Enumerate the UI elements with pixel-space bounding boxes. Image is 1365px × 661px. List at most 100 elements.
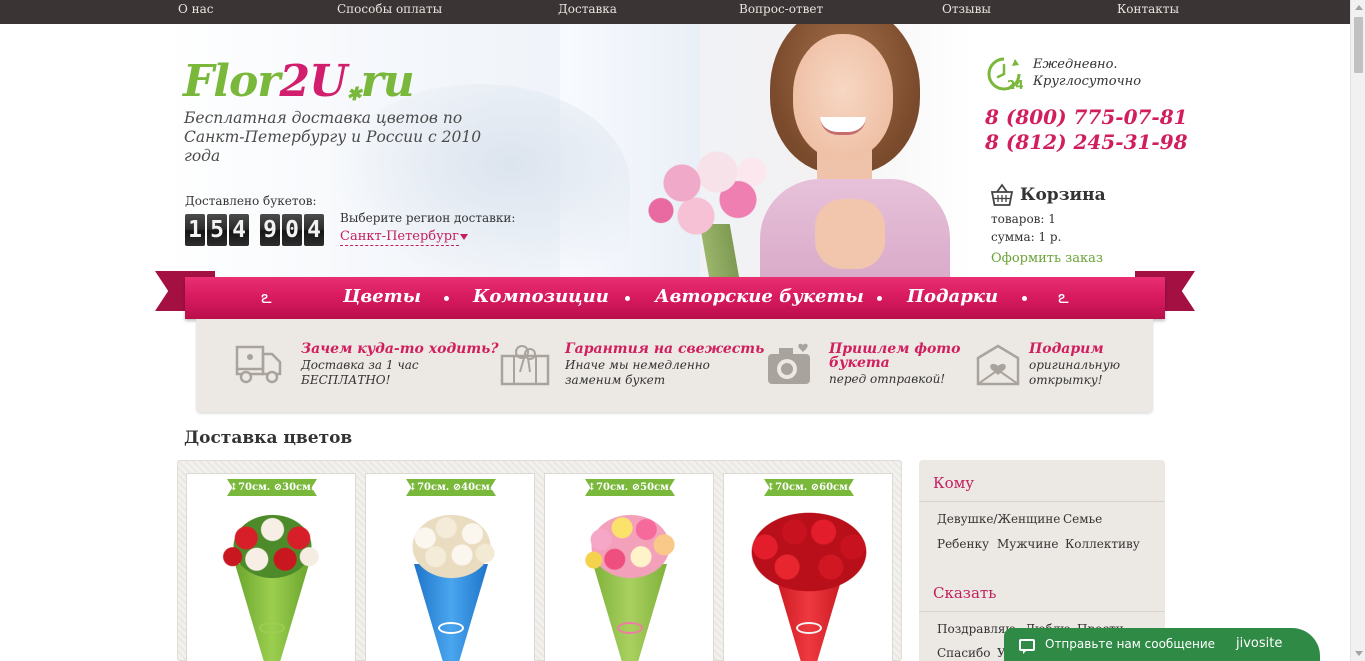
feature-text: БЕСПЛАТНО! [301,373,391,387]
region-label: Выберите регион доставки: [340,211,516,225]
scroll-down-icon[interactable] [1355,651,1363,656]
menu-separator [444,296,449,301]
feature-text: оригинальную [1029,358,1121,372]
nav-about[interactable]: О нас [178,2,214,16]
feature-title: Подарим [1029,341,1104,357]
menu-item-flowers[interactable]: Цветы [343,286,421,307]
filter-say-thanks[interactable]: Спасибо [937,646,991,660]
product-diameter: 40см. [461,482,494,493]
product-height: 70см. [238,482,271,493]
filter-whom-woman[interactable]: Девушке/Женщине [937,512,1060,526]
cart-title[interactable]: Корзина [1020,185,1106,205]
counter-digit: 5 [207,214,227,246]
feature-title: Зачем куда-то ходить? [301,341,499,357]
scrollbar-thumb[interactable] [1354,17,1363,73]
site-tagline: Бесплатная доставка цветов по Санкт-Пете… [184,109,482,165]
feature-title: Пришлем фото [829,341,961,357]
logo-star-icon: ✱ [346,84,361,105]
product-diameter: 30см. [282,482,315,493]
filter-whom-team[interactable]: Коллективу [1065,537,1140,551]
nav-reviews[interactable]: Отзывы [942,2,991,16]
filter-whom-man[interactable]: Мужчине [997,537,1058,551]
feature-text: перед отправкой! [829,372,946,386]
filter-whom-family[interactable]: Семье [1063,512,1102,526]
product-card[interactable]: ↕70см. ⊘60см. [723,473,893,661]
nav-contacts[interactable]: Контакты [1117,2,1179,16]
product-size-tag: ↕70см. ⊘50см. [585,479,675,496]
site-logo[interactable]: Flor2U✱ru [183,56,415,107]
clock-24-icon: 24 [987,57,1023,92]
delivered-label: Доставлено букетов: [185,194,317,208]
region-select[interactable]: Санкт-Петербург [340,229,459,246]
filter-whom-child[interactable]: Ребенку [937,537,989,551]
product-card[interactable]: ↕70см. ⊘40см. [365,473,535,661]
hero-bouquet [640,139,780,249]
counter-digit: 1 [185,214,205,246]
chat-brand: jivosite [1236,636,1283,651]
product-bow [259,622,285,634]
hero-woman-face [793,34,893,159]
product-diameter: 50см. [640,482,673,493]
phone-spb[interactable]: 8 (812) 245-31-98 [985,130,1188,154]
section-title: Доставка цветов [184,428,353,448]
feature-title: букета [829,355,890,371]
logo-part-ru: ru [360,56,415,107]
counter-digit: 4 [304,214,324,246]
ornament-icon: ఽ [261,287,272,308]
menu-item-author-bouquets[interactable]: Авторские букеты [655,286,864,307]
page-scrollbar[interactable] [1350,0,1365,661]
logo-part-2u: 2U [279,56,347,107]
hours-line-1: Ежедневно. [1033,57,1118,72]
delivered-counter: 1 5 4 9 0 4 [185,214,326,246]
product-bow [438,622,464,634]
product-height: 70см. [417,482,450,493]
menu-item-gifts[interactable]: Подарки [907,286,998,307]
feature-text: Иначе мы немедленно [565,358,710,372]
main-menu: ఽ Цветы Композиции Авторские букеты Пода… [185,277,1165,319]
nav-delivery[interactable]: Доставка [558,2,617,16]
counter-digit: 4 [229,214,249,246]
product-image [399,504,504,589]
feature-title: Гарантия на свежесть [565,341,765,357]
features-bar: Зачем куда-то ходить? Доставка за 1 час … [196,319,1153,412]
delivery-truck-icon [235,345,282,384]
checkout-link[interactable]: Оформить заказ [991,251,1103,266]
product-image [736,502,882,602]
product-bow [796,622,822,634]
hero-hands [815,199,885,269]
product-image [220,504,325,589]
cart-sum: сумма: 1 р. [991,230,1062,244]
counter-digit: 9 [260,214,280,246]
logo-part-flor: Flor [183,56,280,107]
product-diameter: 60см. [819,482,852,493]
top-navigation: О нас Способы оплаты Доставка Вопрос-отв… [0,0,1350,24]
hours-line-2: Круглосуточно [1033,74,1142,89]
nav-payment[interactable]: Способы оплаты [337,2,442,16]
chevron-down-icon[interactable] [460,234,468,240]
chat-widget[interactable]: Отправьте нам сообщение jivosite [1004,628,1320,661]
chat-bubble-icon [1019,639,1035,654]
feature-text: заменим букет [565,373,666,387]
basket-icon[interactable] [990,183,1014,207]
greeting-card-icon [976,344,1020,386]
product-image [578,504,683,589]
phone-federal[interactable]: 8 (800) 775-07-81 [985,105,1188,129]
product-card[interactable]: ↕70см. ⊘50см. [544,473,714,661]
counter-digit: 0 [282,214,302,246]
feature-text: Доставка за 1 час [301,358,419,372]
cart-items-count: товаров: 1 [991,212,1056,226]
ornament-icon: ఽ [1058,287,1069,308]
chat-label: Отправьте нам сообщение [1045,637,1216,651]
menu-separator [1022,296,1027,301]
product-bow [617,622,643,634]
filter-whom-title: Кому [933,474,975,492]
nav-faq[interactable]: Вопрос-ответ [739,2,823,16]
scroll-up-icon[interactable] [1355,5,1363,10]
svg-text:24: 24 [1007,78,1023,92]
product-height: 70см. [775,482,808,493]
menu-item-compositions[interactable]: Композиции [473,286,609,307]
camera-icon [768,343,810,384]
product-size-tag: ↕70см. ⊘40см. [406,479,496,496]
product-card[interactable]: ↕70см. ⊘30см. [186,473,356,661]
filter-say-title: Сказать [933,584,997,602]
